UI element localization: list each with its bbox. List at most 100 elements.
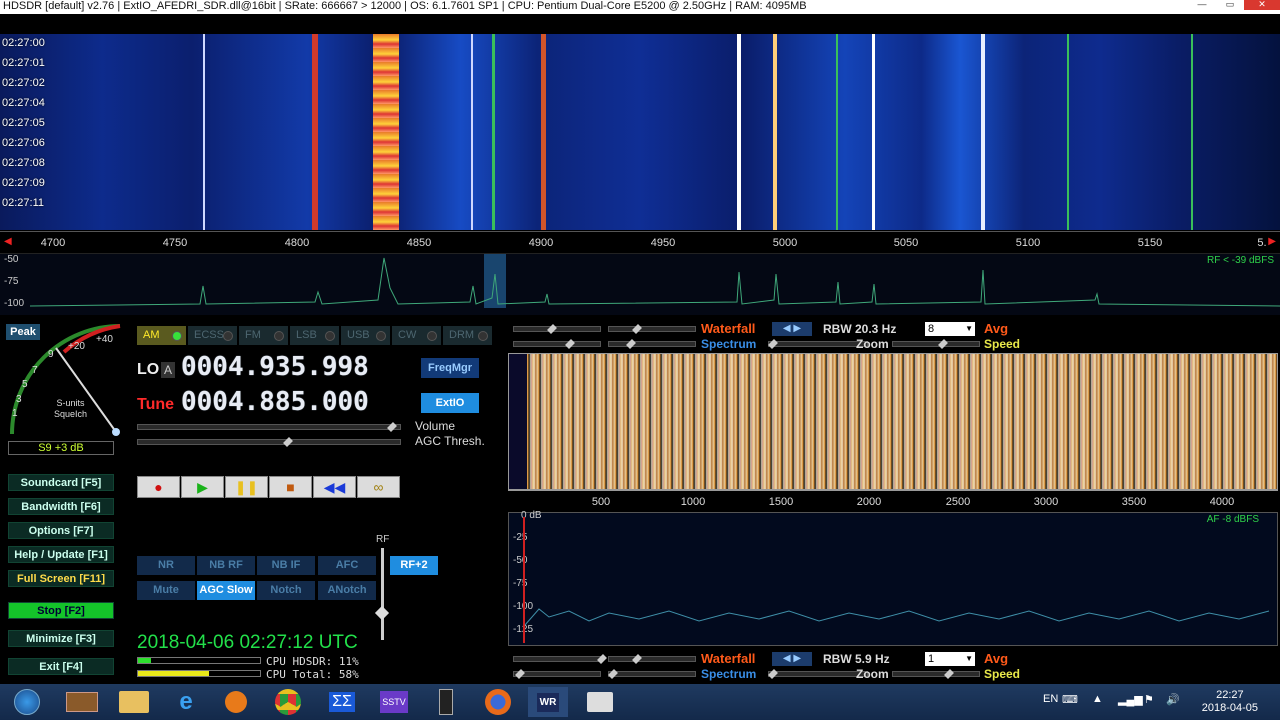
agc-slow-button[interactable]: AGC Slow xyxy=(197,581,255,600)
rewind-button[interactable]: ◀◀ xyxy=(313,476,356,498)
language-indicator[interactable]: EN xyxy=(1043,693,1058,705)
rf-gain-button[interactable]: RF+2 xyxy=(390,556,438,575)
nb-rf-button[interactable]: NB RF xyxy=(197,556,255,575)
slider-handle-icon[interactable] xyxy=(768,669,778,679)
waterfall-timestamps: 02:27:00 02:27:01 02:27:02 02:27:04 02:2… xyxy=(0,34,52,230)
taskbar-media[interactable] xyxy=(216,687,256,717)
minimize-window-icon[interactable]: — xyxy=(1188,0,1216,10)
freqmgr-button[interactable]: FreqMgr xyxy=(421,358,479,378)
nb-if-button[interactable]: NB IF xyxy=(257,556,315,575)
rf-gain-slider[interactable] xyxy=(374,548,390,640)
exit-button[interactable]: Exit [F4] xyxy=(8,658,114,675)
flag-icon[interactable]: ⚑ xyxy=(1144,693,1154,706)
volume-slider[interactable] xyxy=(137,422,401,432)
media-player-icon xyxy=(225,691,247,713)
slider-handle-icon[interactable] xyxy=(547,324,557,334)
bandwidth-button[interactable]: Bandwidth [F6] xyxy=(8,498,114,515)
record-button[interactable]: ● xyxy=(137,476,180,498)
rbw-arrows[interactable]: ◀ ▶ xyxy=(772,322,812,336)
peak-button[interactable]: Peak xyxy=(6,324,40,340)
audio-slider[interactable] xyxy=(513,339,601,349)
taskbar-chrome[interactable] xyxy=(268,687,308,717)
audio-spectrum[interactable]: 0 dB -25 -50 -75 -100 -125 AF -8 dBFS xyxy=(508,510,1278,646)
slider-handle-icon[interactable] xyxy=(938,339,948,349)
show-hidden-icons-icon[interactable]: ▲ xyxy=(1092,693,1103,705)
stop-button[interactable]: Stop [F2] xyxy=(8,602,114,619)
slider-handle-icon[interactable] xyxy=(597,654,607,664)
mode-usb[interactable]: USB xyxy=(341,326,390,345)
slider-handle-icon[interactable] xyxy=(626,339,636,349)
maximize-window-icon[interactable]: ▭ xyxy=(1216,0,1244,10)
slider-handle-icon[interactable] xyxy=(768,339,778,349)
taskbar-radio-app[interactable] xyxy=(62,687,102,717)
slider-handle-icon[interactable] xyxy=(944,669,954,679)
frequency-axis[interactable]: ◀ 4700 4750 4800 4850 4900 4950 5000 505… xyxy=(0,231,1280,253)
slider-handle-icon[interactable] xyxy=(565,339,575,349)
taskbar-hdsdr-small[interactable] xyxy=(426,687,466,717)
afc-button[interactable]: AFC xyxy=(318,556,376,575)
audio-slider[interactable] xyxy=(513,669,601,679)
rf-spectrum[interactable]: -50 -75 -100 RF < -39 dBFS xyxy=(0,253,1280,315)
avg-select[interactable]: 1 xyxy=(925,652,975,666)
slider-handle-icon[interactable] xyxy=(632,324,642,334)
taskbar-sstv[interactable]: SSTV xyxy=(374,687,414,717)
audio-slider[interactable] xyxy=(608,669,696,679)
lo-a-badge[interactable]: A xyxy=(161,362,175,378)
notch-button[interactable]: Notch xyxy=(257,581,315,600)
minimize-button[interactable]: Minimize [F3] xyxy=(8,630,114,647)
spectrum-trace xyxy=(29,257,1280,307)
taskbar-sigma-app[interactable]: ΣΣ xyxy=(322,687,362,717)
audio-slider[interactable] xyxy=(608,654,696,664)
audio-waterfall[interactable] xyxy=(508,353,1278,490)
options-button[interactable]: Options [F7] xyxy=(8,522,114,539)
tune-frequency[interactable]: 0004.885.000 xyxy=(181,387,369,417)
play-button[interactable]: ▶ xyxy=(181,476,224,498)
taskbar-hdsdr[interactable]: WR xyxy=(528,687,568,717)
mode-am[interactable]: AM xyxy=(137,326,186,345)
nr-button[interactable]: NR xyxy=(137,556,195,575)
scroll-left-icon[interactable]: ◀ xyxy=(4,236,12,247)
slider-handle-icon[interactable] xyxy=(632,654,642,664)
taskbar-ie[interactable]: e xyxy=(166,687,206,717)
mode-fm[interactable]: FM xyxy=(239,326,288,345)
agc-threshold-slider[interactable] xyxy=(137,437,401,447)
close-window-icon[interactable]: ✕ xyxy=(1244,0,1280,10)
taskbar-firefox[interactable] xyxy=(478,687,518,717)
taskbar-window[interactable] xyxy=(580,687,620,717)
audio-slider[interactable] xyxy=(608,339,696,349)
mode-cw[interactable]: CW xyxy=(392,326,441,345)
audio-slider[interactable] xyxy=(513,324,601,334)
network-icon[interactable]: ▂▄▆ xyxy=(1118,693,1143,706)
mode-drm[interactable]: DRM xyxy=(443,326,492,345)
avg-select[interactable]: 8 xyxy=(925,322,975,336)
pause-button[interactable]: ❚❚ xyxy=(225,476,268,498)
start-button[interactable] xyxy=(6,687,48,717)
audio-slider[interactable] xyxy=(608,324,696,334)
system-clock[interactable]: 22:27 2018-04-05 xyxy=(1202,689,1258,715)
extio-button[interactable]: ExtIO xyxy=(421,393,479,413)
zoom-slider[interactable] xyxy=(768,669,868,679)
speed-slider[interactable] xyxy=(892,339,980,349)
rbw-arrows[interactable]: ◀ ▶ xyxy=(772,652,812,666)
mute-button[interactable]: Mute xyxy=(137,581,195,600)
audio-frequency-axis[interactable]: 500 1000 1500 2000 2500 3000 3500 4000 xyxy=(508,490,1278,512)
keyboard-icon[interactable]: ⌨ xyxy=(1062,693,1078,706)
taskbar-explorer[interactable] xyxy=(114,687,154,717)
rf-waterfall[interactable] xyxy=(0,34,1280,230)
audio-slider[interactable] xyxy=(513,654,607,664)
scroll-right-icon[interactable]: ▶ xyxy=(1268,236,1276,247)
speed-slider[interactable] xyxy=(892,669,980,679)
loop-button[interactable]: ∞ xyxy=(357,476,400,498)
mode-lsb[interactable]: LSB xyxy=(290,326,339,345)
speaker-icon[interactable]: 🔊 xyxy=(1166,693,1180,706)
help-update-button[interactable]: Help / Update [F1] xyxy=(8,546,114,563)
full-screen-button[interactable]: Full Screen [F11] xyxy=(8,570,114,587)
slider-handle-icon[interactable] xyxy=(608,669,618,679)
slider-handle-icon[interactable] xyxy=(515,669,525,679)
lo-frequency[interactable]: 0004.935.998 xyxy=(181,352,369,382)
stop-playback-button[interactable]: ■ xyxy=(269,476,312,498)
soundcard-button[interactable]: Soundcard [F5] xyxy=(8,474,114,491)
zoom-slider[interactable] xyxy=(768,339,868,349)
mode-ecss[interactable]: ECSS xyxy=(188,326,237,345)
anotch-button[interactable]: ANotch xyxy=(318,581,376,600)
